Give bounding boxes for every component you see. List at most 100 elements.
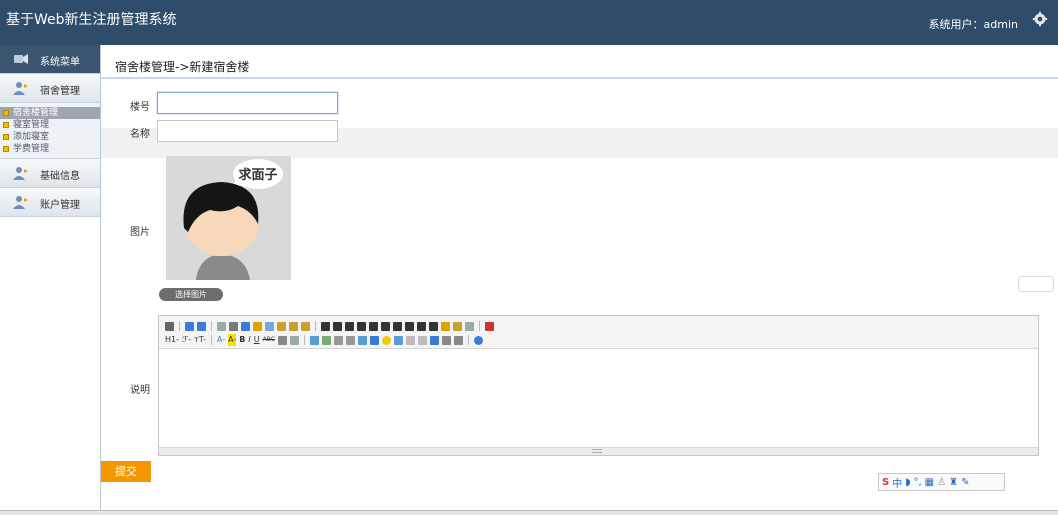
ordered-list-icon[interactable] [369,321,378,331]
font-color-button[interactable]: A- [217,334,225,346]
rich-text-editor[interactable]: H1- ℱ- тT- A- A- B I U ABC [158,315,1039,456]
user-icon [13,196,28,209]
top-bar: 基于Web新生注册管理系统 系统用户：admin [0,0,1058,45]
menu-icon [14,54,28,64]
submenu-building-management[interactable]: 宿舍楼管理 [0,107,100,119]
paste-word-icon[interactable] [301,321,310,331]
sidebar-item-basic-info[interactable]: 基础信息 [0,159,100,188]
submenu-label: 宿舍楼管理 [13,108,59,118]
unlink-icon[interactable] [453,335,463,345]
submenu-tuition-management[interactable]: 学费管理 [0,143,100,155]
pick-image-button[interactable]: 选择图片 [159,288,223,301]
sidebar-item-dorm-management[interactable]: 宿舍管理 [0,74,100,103]
highlight-color-button[interactable]: A- [228,334,237,346]
strikethrough-button[interactable]: ABC [263,334,275,346]
copy-icon[interactable] [265,321,274,331]
gear-icon[interactable] [1032,11,1048,27]
punctuation-icon[interactable]: °, [913,477,921,488]
code-icon[interactable] [417,335,427,345]
insert-file-icon[interactable] [357,335,367,345]
select-all-icon[interactable] [465,321,474,331]
undo-icon[interactable] [185,321,194,331]
sidebar-item-account-management[interactable]: 账户管理 [0,188,100,217]
fullscreen-icon[interactable] [485,321,494,331]
template-icon[interactable] [241,321,250,331]
sidebar-menu-title: 系统菜单 [40,57,80,68]
align-right-icon[interactable] [345,321,354,331]
ime-language[interactable]: 中 [892,475,902,490]
skin-icon[interactable]: ♜ [949,477,958,488]
submenu-label: 寝室管理 [13,120,50,130]
building-no-input[interactable] [157,92,338,114]
preview-icon[interactable] [217,321,226,331]
clear-format-icon[interactable] [441,321,450,331]
tools-icon[interactable]: ✎ [961,477,969,488]
ime-toolbar[interactable]: S 中 ◗ °, ▦ ♙ ♜ ✎ [878,473,1005,491]
source-icon[interactable] [165,321,174,331]
editor-toolbar: H1- ℱ- тT- A- A- B I U ABC [159,316,1038,349]
sidebar: 系统菜单 宿舍管理 宿舍楼管理 寝室管理 添加寝室 学费管理 基础信息 账户管理 [0,45,101,515]
font-family-button[interactable]: ℱ- [182,334,191,346]
half-width-icon[interactable]: ◗ [905,477,910,488]
hr-icon[interactable] [369,335,379,345]
editor-resize-bar[interactable] [159,447,1038,455]
avatar-caption: 求面子 [238,167,277,183]
superscript-icon[interactable] [429,321,438,331]
outdent-icon[interactable] [405,321,414,331]
folder-icon [3,146,9,152]
underline-button[interactable]: U [254,334,260,346]
bold-button[interactable]: B [239,334,245,346]
main-content: 宿舍楼管理->新建宿舍楼 楼号 名称 图片 求面子 选择图片 说明 H1- ℱ-… [101,45,1058,515]
media-icon[interactable] [333,335,343,345]
page-title: 宿舍楼管理->新建宿舍楼 [115,60,250,74]
name-input[interactable] [157,120,338,142]
link-icon[interactable] [441,335,451,345]
user-label: 系统用户：admin [928,18,1018,31]
paste-text-icon[interactable] [289,321,298,331]
person-icon: 求面子 [166,156,291,280]
building-no-label: 楼号 [130,102,150,113]
unordered-list-icon[interactable] [381,321,390,331]
subscript-icon[interactable] [417,321,426,331]
submenu-add-room[interactable]: 添加寝室 [0,131,100,143]
italic-button[interactable]: I [248,334,250,346]
flash-icon[interactable] [321,335,331,345]
folder-icon [3,134,9,140]
justify-icon[interactable] [357,321,366,331]
sogou-logo-icon: S [882,476,890,488]
table-icon[interactable] [277,335,287,345]
align-left-icon[interactable] [321,321,330,331]
paste-icon[interactable] [277,321,286,331]
help-icon[interactable] [473,335,483,345]
map-icon[interactable] [393,335,403,345]
print-icon[interactable] [229,321,238,331]
submit-button[interactable]: 提交 [101,461,151,482]
sidebar-item-label: 账户管理 [40,200,80,211]
user-icon [13,82,28,95]
toolbar-row-2: H1- ℱ- тT- A- A- B I U ABC [165,333,483,347]
redo-icon[interactable] [197,321,206,331]
bottom-scrollbar[interactable] [0,510,1058,515]
page-break-icon[interactable] [405,335,415,345]
folder-icon [3,122,9,128]
keyboard-icon[interactable]: ▦ [925,477,934,488]
user-icon [13,167,28,180]
avatar-image: 求面子 [166,156,291,280]
resize-grip-icon[interactable] [592,449,602,453]
attachment-icon[interactable] [345,335,355,345]
heading-button[interactable]: H1- [165,334,179,346]
eraser-icon[interactable] [289,335,299,345]
font-size-button[interactable]: тT- [194,334,206,346]
submenu-label: 学费管理 [13,144,50,154]
submenu-room-management[interactable]: 寝室管理 [0,119,100,131]
cut-icon[interactable] [253,321,262,331]
user-icon[interactable]: ♙ [937,477,946,488]
anchor-icon[interactable] [429,335,439,345]
align-center-icon[interactable] [333,321,342,331]
float-box [1018,276,1054,292]
format-painter-icon[interactable] [453,321,462,331]
image-icon[interactable] [309,335,319,345]
emoticon-icon[interactable] [381,335,391,345]
dorm-submenu: 宿舍楼管理 寝室管理 添加寝室 学费管理 [0,103,100,159]
indent-icon[interactable] [393,321,402,331]
